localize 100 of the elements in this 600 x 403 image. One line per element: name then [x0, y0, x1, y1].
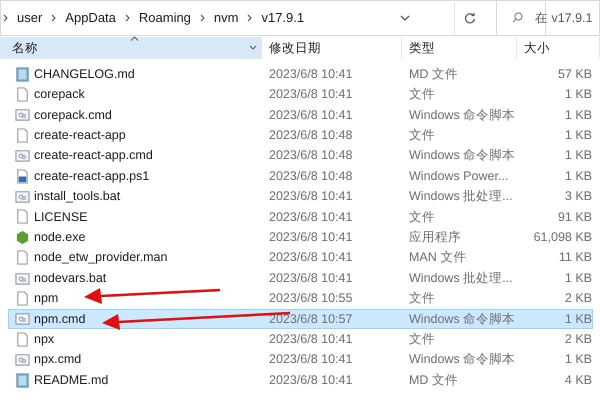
file-type: 文件 — [408, 86, 436, 104]
file-row[interactable]: create-react-app.ps1 2023/6/8 10:48 Windows Power... 1 KB — [8, 166, 593, 186]
chevron-down-icon[interactable] — [249, 45, 257, 50]
chevron-right-icon — [247, 14, 252, 22]
modified-date: 2023/6/8 10:41 — [268, 249, 354, 266]
breadcrumb[interactable]: nvm — [210, 8, 242, 28]
file-row[interactable]: README.md 2023/6/8 10:41 MD 文件 4 KB — [8, 370, 593, 390]
modified-date: 2023/6/8 10:57 — [268, 310, 354, 328]
column-header[interactable]: 修改日期 — [262, 37, 402, 59]
gear-file-icon — [15, 148, 30, 164]
modified-date: 2023/6/8 10:41 — [268, 188, 354, 206]
file-row[interactable]: node.exe 2023/6/8 10:41 应用程序 61,098 KB — [8, 227, 593, 248]
document-icon — [15, 372, 30, 388]
chevron-down-icon[interactable] — [400, 14, 410, 20]
breadcrumb[interactable]: user — [14, 8, 46, 28]
file-row[interactable]: npx 2023/6/8 10:41 文件 2 KB — [8, 329, 593, 350]
gear-file-icon — [15, 352, 30, 368]
file-name: create-react-app — [34, 127, 126, 144]
file-size: 1 KB — [564, 168, 592, 185]
file-row[interactable]: nodevars.bat 2023/6/8 10:41 Windows 批处理... 1 KB — [8, 268, 593, 288]
breadcrumb[interactable]: Roaming — [136, 8, 194, 28]
modified-date: 2023/6/8 10:48 — [268, 147, 354, 164]
modified-date: 2023/6/8 10:41 — [268, 330, 354, 348]
refresh-icon — [464, 12, 476, 24]
file-icon — [15, 128, 30, 143]
file-name: corepack — [34, 86, 85, 104]
file-size: 3 KB — [564, 188, 592, 206]
breadcrumb[interactable]: AppData — [62, 8, 119, 28]
file-type: MD 文件 — [408, 66, 459, 83]
document-icon — [15, 66, 30, 82]
file-row[interactable]: install_tools.bat 2023/6/8 10:41 Windows 批处理... 3 KB — [8, 186, 593, 207]
file-name: npm — [34, 290, 58, 308]
chevron-right-icon — [124, 14, 130, 22]
file-size: 1 KB — [564, 86, 592, 104]
file-icon — [15, 332, 30, 347]
file-size: 1 KB — [564, 270, 592, 287]
modified-date: 2023/6/8 10:55 — [268, 290, 354, 308]
file-size: 11 KB — [558, 249, 592, 266]
gear-file-icon — [15, 270, 30, 286]
chevron-right-icon — [51, 14, 56, 22]
file-row[interactable]: CHANGELOG.md 2023/6/8 10:41 MD 文件 57 KB — [8, 64, 593, 84]
modified-date: 2023/6/8 10:41 — [268, 208, 354, 226]
file-name: README.md — [34, 372, 108, 389]
gear-file-icon — [15, 107, 30, 122]
file-type: Windows Power... — [408, 168, 510, 185]
search-field[interactable]: 在 v17.9.1 — [496, 0, 600, 36]
file-name: nodevars.bat — [34, 270, 106, 287]
modified-date: 2023/6/8 10:41 — [268, 66, 354, 83]
file-type: Windows 批处理... — [408, 188, 514, 206]
file-name: create-react-app.cmd — [34, 147, 153, 164]
file-row[interactable]: npm.cmd 2023/6/8 10:57 Windows 命令脚本 1 KB — [8, 308, 593, 330]
file-name: create-react-app.ps1 — [34, 168, 150, 185]
file-size: 1 KB — [564, 127, 592, 144]
modified-date: 2023/6/8 10:48 — [268, 168, 354, 185]
modified-date: 2023/6/8 10:41 — [268, 106, 354, 124]
file-row[interactable]: create-react-app.cmd 2023/6/8 10:48 Windows 命令脚本 1 KB — [8, 146, 593, 166]
modified-date: 2023/6/8 10:41 — [268, 228, 354, 246]
gear-file-icon — [15, 189, 30, 204]
file-type: 文件 — [408, 290, 436, 308]
modified-date: 2023/6/8 10:48 — [268, 127, 354, 144]
modified-date: 2023/6/8 10:41 — [268, 86, 354, 104]
chevron-right-icon — [3, 14, 8, 22]
file-row[interactable]: corepack 2023/6/8 10:41 文件 1 KB — [8, 84, 593, 105]
modified-date: 2023/6/8 10:41 — [268, 351, 354, 368]
breadcrumb[interactable]: v17.9.1 — [258, 8, 308, 28]
column-header[interactable]: 名称 — [0, 37, 262, 59]
chevron-right-icon — [200, 14, 205, 22]
modified-date: 2023/6/8 10:41 — [268, 270, 354, 287]
column-header[interactable]: 大小 — [517, 37, 600, 59]
file-name: node.exe — [34, 228, 86, 246]
hexagon-icon — [15, 230, 30, 245]
file-name: npx — [34, 330, 54, 348]
file-size: 2 KB — [564, 290, 592, 308]
file-type: Windows 命令脚本 — [408, 310, 516, 328]
file-row[interactable]: npx.cmd 2023/6/8 10:41 Windows 命令脚本 1 KB — [8, 349, 593, 370]
file-size: 91 KB — [556, 208, 592, 226]
file-size: 1 KB — [564, 310, 592, 328]
file-row[interactable]: create-react-app 2023/6/8 10:48 文件 1 KB — [8, 125, 593, 146]
file-size: 1 KB — [564, 147, 592, 164]
search-icon — [512, 12, 523, 22]
file-type: MD 文件 — [408, 372, 459, 389]
file-icon — [15, 250, 30, 266]
file-size: 57 KB — [556, 66, 592, 83]
file-row[interactable]: corepack.cmd 2023/6/8 10:41 Windows 命令脚本 1 KB — [8, 104, 593, 126]
file-name: node_etw_provider.man — [34, 249, 168, 266]
file-row[interactable]: node_etw_provider.man 2023/6/8 10:41 MAN 文件 11 KB — [8, 248, 593, 268]
file-name: npx.cmd — [34, 351, 82, 368]
file-size: 1 KB — [564, 106, 592, 124]
file-type: 文件 — [408, 127, 436, 144]
file-type: 应用程序 — [408, 228, 462, 246]
column-header[interactable]: 类型 — [402, 37, 517, 59]
file-name: install_tools.bat — [34, 188, 120, 206]
file-row[interactable]: LICENSE 2023/6/8 10:41 文件 91 KB — [8, 206, 593, 228]
file-type: 文件 — [408, 208, 436, 226]
file-size: 2 KB — [564, 330, 592, 348]
file-size: 4 KB — [564, 372, 592, 389]
file-icon — [15, 291, 30, 306]
file-row[interactable]: npm 2023/6/8 10:55 文件 2 KB — [8, 288, 593, 309]
file-size: 1 KB — [564, 351, 592, 368]
file-icon — [15, 87, 30, 102]
